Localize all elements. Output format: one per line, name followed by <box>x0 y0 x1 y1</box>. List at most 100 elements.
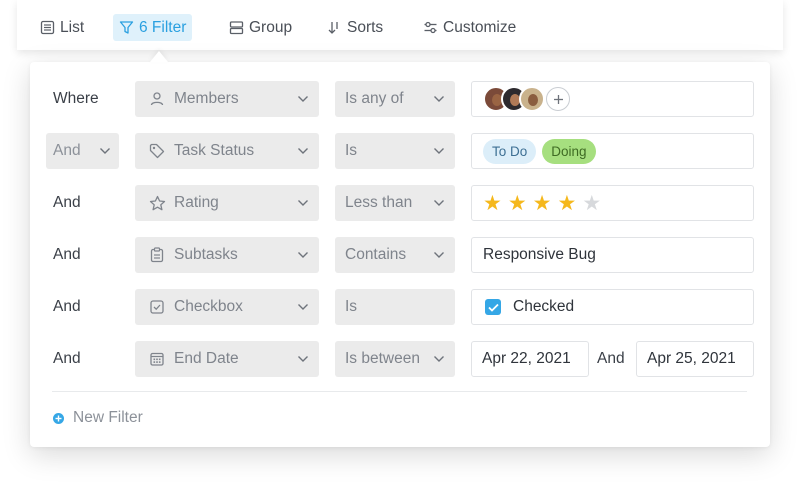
filter-icon <box>119 21 134 34</box>
conjunction-label: And <box>53 298 81 315</box>
chevron-down-icon <box>434 148 444 154</box>
chevron-down-icon <box>298 148 308 154</box>
field-label: Rating <box>174 194 219 211</box>
field-label: Members <box>174 90 239 107</box>
conjunction-label: Where <box>53 90 99 107</box>
start-date-text: Apr 22, 2021 <box>482 350 571 367</box>
star-filled-icon[interactable]: ★ <box>483 193 502 214</box>
group-label: Group <box>249 18 293 36</box>
rating-value[interactable]: ★ ★ ★ ★ ★ <box>471 185 754 221</box>
operator-label: Is <box>345 142 358 159</box>
operator-label: Is any of <box>345 90 404 107</box>
new-filter-label: New Filter <box>73 409 143 426</box>
operator-select[interactable]: Less than <box>335 185 455 221</box>
list-icon <box>40 20 55 35</box>
operator-label: Is between <box>345 350 420 367</box>
group-icon <box>229 21 244 35</box>
members-value[interactable] <box>471 81 754 117</box>
chevron-down-icon <box>434 356 444 362</box>
operator-display: Is <box>335 289 455 325</box>
chevron-down-icon <box>298 96 308 102</box>
conjunction-label: And <box>53 194 81 211</box>
field-label: Task Status <box>174 142 255 159</box>
operator-label: Is <box>345 298 358 315</box>
operator-select[interactable]: Is <box>335 133 455 169</box>
start-date-input[interactable]: Apr 22, 2021 <box>471 341 589 377</box>
status-value[interactable]: To Do Doing <box>471 133 754 169</box>
star-outline-icon <box>148 194 166 212</box>
star-filled-icon[interactable]: ★ <box>508 193 527 214</box>
field-label: End Date <box>174 350 239 367</box>
list-label: List <box>60 18 85 36</box>
view-toolbar: List 6 Filter Group Sorts Customize <box>17 0 783 50</box>
status-tag-doing[interactable]: Doing <box>542 138 596 164</box>
field-select[interactable]: Subtasks <box>135 237 319 273</box>
operator-select[interactable]: Is any of <box>335 81 455 117</box>
customize-button[interactable]: Customize <box>417 14 522 41</box>
filter-row: And Checkbox Is Checked <box>30 289 770 325</box>
filter-button[interactable]: 6 Filter <box>113 14 193 41</box>
conjunction-label: And <box>53 142 81 159</box>
field-label: Subtasks <box>174 246 238 263</box>
group-button[interactable]: Group <box>223 14 298 41</box>
star-empty-icon[interactable]: ★ <box>582 193 601 214</box>
chevron-down-icon <box>434 200 444 206</box>
plus-circle-icon <box>53 412 64 424</box>
person-icon <box>148 90 166 108</box>
sliders-icon <box>424 21 437 34</box>
list-view-button[interactable]: List <box>34 14 90 41</box>
filter-row: And Subtasks Contains Responsive Bug <box>30 237 770 273</box>
status-tag-todo[interactable]: To Do <box>483 138 537 164</box>
member-avatars <box>483 86 570 112</box>
sorts-label: Sorts <box>347 18 384 36</box>
field-select[interactable]: Members <box>135 81 319 117</box>
filter-label: 6 Filter <box>139 18 187 36</box>
checkbox-value-label: Checked <box>513 298 575 315</box>
date-range-joiner: And <box>597 350 625 367</box>
tag-icon <box>148 142 166 160</box>
sorts-button[interactable]: Sorts <box>321 14 389 41</box>
chevron-down-icon <box>298 356 308 362</box>
add-member-button[interactable] <box>546 87 570 111</box>
star-filled-icon[interactable]: ★ <box>557 193 576 214</box>
checkbox-value[interactable]: Checked <box>471 289 754 325</box>
field-select[interactable]: End Date <box>135 341 319 377</box>
filter-panel: Where Members Is any of And Task Status … <box>30 62 770 447</box>
filter-row: And End Date Is between Apr 22, 2021 And… <box>30 341 770 377</box>
calendar-icon <box>148 350 166 368</box>
conjunction-label: And <box>53 350 81 367</box>
subtask-value-input[interactable]: Responsive Bug <box>471 237 754 273</box>
chevron-down-icon <box>100 148 110 154</box>
chevron-down-icon <box>298 200 308 206</box>
field-select[interactable]: Checkbox <box>135 289 319 325</box>
checked-checkbox[interactable] <box>485 299 501 315</box>
end-date-input[interactable]: Apr 25, 2021 <box>636 341 754 377</box>
new-filter-button[interactable]: New Filter <box>53 408 143 428</box>
end-date-text: Apr 25, 2021 <box>647 350 736 367</box>
checkbox-icon <box>148 298 166 316</box>
checkmark-icon <box>487 303 499 312</box>
plus-icon <box>553 94 563 104</box>
operator-label: Less than <box>345 194 413 211</box>
chevron-down-icon <box>298 304 308 310</box>
popover-caret <box>150 51 168 62</box>
star-filled-icon[interactable]: ★ <box>533 193 552 214</box>
filter-row: And Task Status Is To Do Doing <box>30 133 770 169</box>
operator-label: Contains <box>345 246 407 263</box>
field-label: Checkbox <box>174 298 243 315</box>
divider <box>52 391 747 392</box>
operator-select[interactable]: Is between <box>335 341 455 377</box>
conjunction-label: And <box>53 246 81 263</box>
sort-icon <box>328 22 338 34</box>
chevron-down-icon <box>434 252 444 258</box>
field-select[interactable]: Rating <box>135 185 319 221</box>
clipboard-icon <box>148 246 166 264</box>
avatar[interactable] <box>519 86 545 112</box>
conjunction-select[interactable]: And <box>46 133 119 169</box>
operator-select[interactable]: Contains <box>335 237 455 273</box>
field-select[interactable]: Task Status <box>135 133 319 169</box>
chevron-down-icon <box>298 252 308 258</box>
filter-row: And Rating Less than ★ ★ ★ ★ ★ <box>30 185 770 221</box>
subtask-value-text: Responsive Bug <box>483 246 596 263</box>
star-rating[interactable]: ★ ★ ★ ★ ★ <box>483 193 601 214</box>
